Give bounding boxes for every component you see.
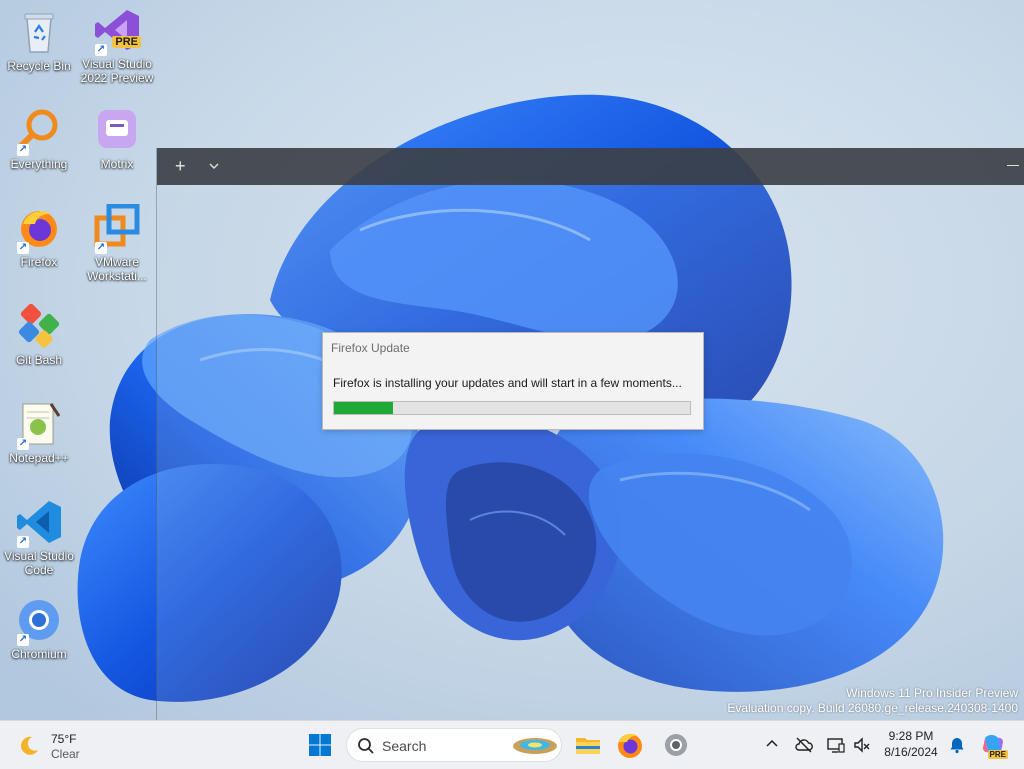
chromium-icon (665, 734, 687, 756)
everything-search-icon: ↗ (15, 106, 63, 156)
motrix-icon (93, 106, 141, 154)
dialog-title: Firefox Update (331, 341, 410, 355)
shortcut-arrow-icon: ↗ (17, 634, 29, 646)
desktop-icon-firefox[interactable]: ↗ Firefox (0, 204, 78, 269)
firefox-taskbar-button[interactable] (614, 729, 646, 761)
update-progress-bar (333, 401, 691, 415)
pre-badge: PRE (112, 36, 141, 48)
recycle-bin-icon (15, 8, 63, 56)
weather-condition: Clear (51, 747, 80, 761)
shortcut-arrow-icon: ↗ (95, 242, 107, 254)
start-button[interactable] (304, 729, 336, 761)
chevron-down-icon[interactable] (207, 159, 221, 173)
desktop-icon-vmware[interactable]: ↗ VMware Workstati... (78, 203, 156, 283)
copilot-pre-badge: PRE (987, 750, 1008, 759)
vmware-icon: ↗ (93, 203, 141, 254)
network-icon[interactable] (826, 735, 846, 755)
update-progress-fill (334, 402, 393, 414)
moon-icon (21, 736, 38, 755)
desktop-icon-label: Notepad++ (9, 451, 69, 465)
taskbar: 75°F Clear Search 9:28 PM 8/16/2024 PRE (0, 720, 1024, 769)
shortcut-arrow-icon: ↗ (17, 536, 29, 548)
desktop-icon-vscode[interactable]: ↗ Visual Studio Code (0, 498, 78, 577)
vscode-icon: ↗ (15, 498, 63, 548)
speaker-muted-icon[interactable] (852, 735, 872, 755)
terminal-window[interactable]: + (156, 148, 1024, 720)
chromium-icon: ↗ (15, 596, 63, 646)
search-highlight-icon (513, 738, 557, 754)
windows-watermark: Windows 11 Pro Insider Preview Evaluatio… (727, 686, 1018, 716)
desktop-icon-label: Firefox (20, 255, 58, 269)
clock-date: 8/16/2024 (884, 745, 938, 759)
desktop-icon-label: Chromium (11, 647, 67, 661)
new-tab-button[interactable]: + (175, 157, 186, 175)
desktop-icon-recycle-bin[interactable]: Recycle Bin (0, 8, 78, 73)
firefox-update-dialog[interactable]: Firefox Update Firefox is installing you… (322, 332, 704, 430)
desktop-icon-git-bash[interactable]: Git Bash (0, 302, 78, 367)
copilot-icon[interactable]: PRE (980, 732, 1008, 759)
desktop-icon-label: Motrix (100, 157, 134, 171)
system-clock[interactable]: 9:28 PM 8/16/2024 (876, 728, 946, 760)
file-explorer-button[interactable] (572, 729, 604, 761)
desktop-icon-visual-studio-preview[interactable]: PRE ↗ Visual Studio 2022 Preview (78, 6, 156, 85)
onedrive-offline-icon[interactable] (794, 735, 814, 755)
desktop-icon-label: Git Bash (15, 353, 63, 367)
git-bash-icon (15, 302, 63, 350)
desktop-icon-everything[interactable]: ↗ Everything (0, 106, 78, 171)
watermark-build: Evaluation copy. Build 26080.ge_release.… (727, 701, 1018, 715)
firefox-icon (618, 734, 642, 758)
desktop-icon-label: Visual Studio 2022 Preview (80, 57, 154, 85)
visual-studio-icon: PRE ↗ (93, 6, 141, 56)
watermark-edition: Windows 11 Pro Insider Preview (846, 686, 1018, 700)
desktop-icon-motrix[interactable]: Motrix (78, 106, 156, 171)
clock-time: 9:28 PM (888, 729, 934, 743)
chromium-taskbar-button[interactable] (660, 729, 692, 761)
notepad-plus-plus-icon: ↗ (15, 400, 63, 450)
shortcut-arrow-icon: ↗ (17, 144, 29, 156)
desktop-icon-label: Visual Studio Code (4, 549, 74, 577)
shortcut-arrow-icon: ↗ (17, 242, 29, 254)
weather-temperature: 75°F (51, 732, 77, 746)
folder-icon (576, 738, 600, 754)
desktop-icon-label: Everything (10, 157, 68, 171)
notification-bell-icon[interactable] (948, 736, 966, 754)
shortcut-arrow-icon: ↗ (17, 438, 29, 450)
shortcut-arrow-icon: ↗ (95, 44, 107, 56)
desktop-icon-label: Recycle Bin (7, 59, 71, 73)
windows-logo-icon (309, 734, 331, 756)
taskbar-search[interactable]: Search (346, 728, 562, 762)
dialog-message: Firefox is installing your updates and w… (333, 376, 682, 390)
search-label: Search (382, 738, 427, 754)
minimize-button[interactable] (1007, 165, 1019, 166)
chevron-up-icon[interactable] (764, 736, 780, 752)
firefox-icon: ↗ (15, 204, 63, 254)
desktop-icon-chromium[interactable]: ↗ Chromium (0, 596, 78, 661)
search-icon (358, 738, 374, 754)
desktop-icon-label: VMware Workstati... (87, 255, 147, 283)
desktop-icon-notepadpp[interactable]: ↗ Notepad++ (0, 400, 78, 465)
terminal-titlebar[interactable]: + (157, 148, 1024, 185)
